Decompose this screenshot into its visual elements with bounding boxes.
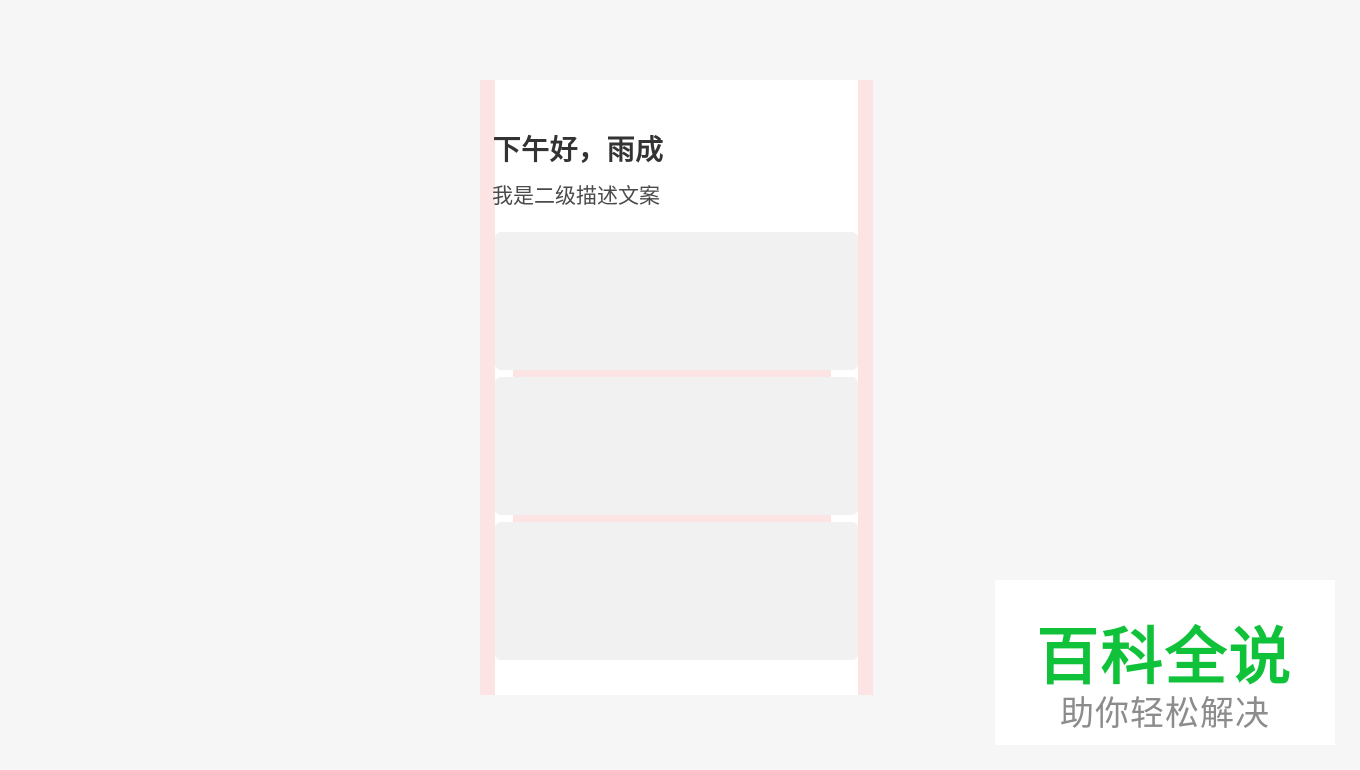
content-card-2[interactable] — [495, 377, 858, 515]
mobile-screen: 下午好，雨成 我是二级描述文案 — [480, 80, 873, 695]
left-margin-guide — [480, 80, 495, 695]
content-card-3[interactable] — [495, 522, 858, 660]
watermark-title: 百科全说 — [1036, 620, 1293, 693]
content-card-1[interactable] — [495, 232, 858, 370]
watermark-subtitle: 助你轻松解决 — [1060, 694, 1270, 734]
greeting-title: 下午好，雨成 — [493, 133, 665, 166]
greeting-subtitle: 我是二级描述文案 — [492, 184, 660, 208]
watermark-logo: 百科全说 助你轻松解决 — [995, 580, 1335, 745]
right-margin-guide — [858, 80, 873, 695]
